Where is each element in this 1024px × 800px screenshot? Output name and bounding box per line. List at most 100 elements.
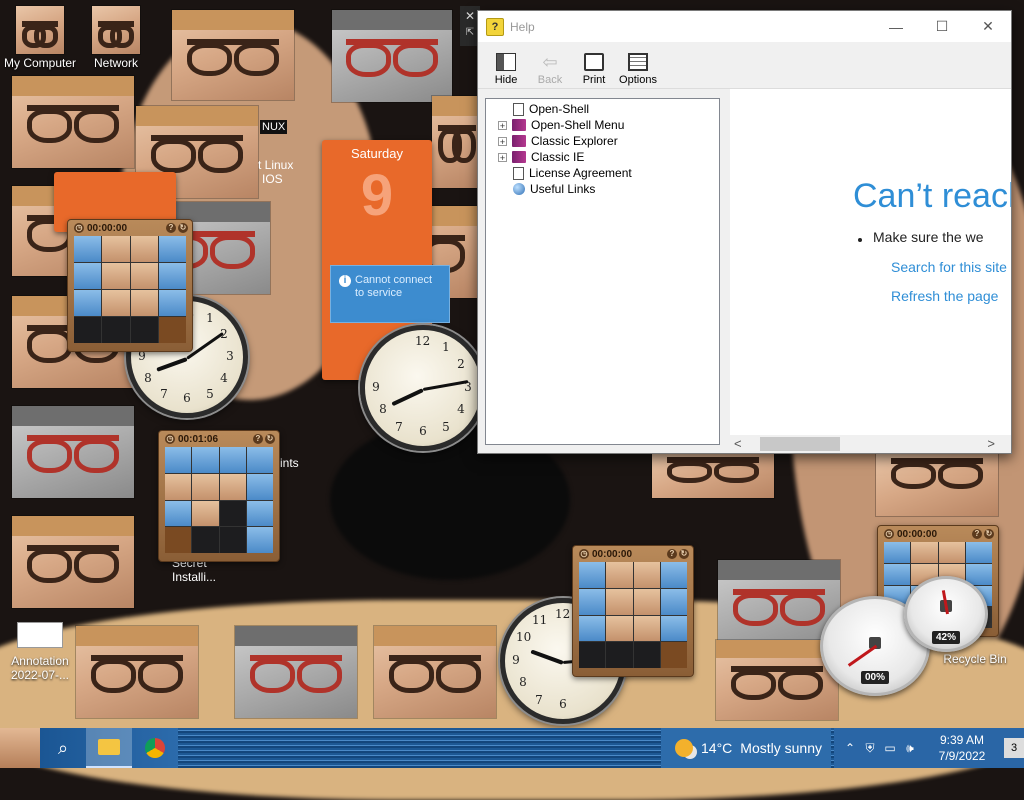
hour-hand [391, 388, 424, 407]
print-button[interactable]: Print [572, 53, 616, 88]
help-icon[interactable]: ? [166, 223, 176, 233]
help-icon[interactable]: ? [253, 434, 263, 444]
help-book-icon: ? [486, 17, 504, 36]
options-button[interactable]: Options [616, 53, 660, 88]
page-icon [513, 102, 524, 116]
help-window[interactable]: ? Help — ☐ ✕ Hide ⇦ Back Print Options O… [477, 10, 1012, 454]
desktop-fragment: NUX [260, 120, 288, 134]
scroll-right-icon[interactable]: > [987, 436, 995, 451]
desktop-icon-annotation[interactable]: Annotation 2022-07-... [0, 622, 80, 682]
taskbar-clock[interactable]: 9:39 AM 7/9/2022 [926, 732, 998, 764]
tooltip-text-2: to service [355, 287, 403, 299]
volume-icon[interactable]: 🕪 [900, 741, 920, 756]
photo-window[interactable] [652, 452, 774, 498]
tree-item-open-shell[interactable]: Open-Shell [513, 101, 589, 117]
close-button[interactable]: ✕ [965, 18, 1011, 35]
folder-icon [98, 739, 120, 755]
toolbar-label: Options [619, 74, 657, 86]
error-heading: Can’t reach [853, 177, 1011, 215]
tree-label: Useful Links [530, 182, 596, 196]
photo-window[interactable] [374, 626, 496, 718]
calendar-day: Saturday [350, 146, 404, 161]
meter-needle [847, 644, 878, 667]
desktop-icon-network[interactable]: Network [76, 6, 156, 70]
start-button[interactable] [0, 728, 40, 768]
picture-puzzle-gadget[interactable]: ◷ 00:00:00? ↻ [572, 545, 694, 677]
maximize-button[interactable]: ☐ [919, 18, 965, 35]
desktop-fragment: t Linux [258, 158, 294, 172]
tree-label: Open-Shell Menu [531, 118, 625, 132]
expand-icon[interactable]: + [498, 136, 507, 146]
horizontal-scrollbar[interactable]: < > [730, 435, 1011, 453]
shuffle-icon[interactable]: ↻ [984, 529, 994, 539]
tree-item-classic-explorer[interactable]: + Classic Explorer [498, 133, 618, 149]
chevron-up-icon[interactable]: ⌃ [840, 741, 860, 755]
tree-item-classic-ie[interactable]: + Classic IE [498, 149, 584, 165]
back-button[interactable]: ⇦ Back [528, 53, 572, 88]
tree-label: Open-Shell [529, 102, 590, 116]
photo-window[interactable] [12, 406, 134, 498]
photo-window[interactable] [172, 10, 294, 100]
desktop-icon-my-computer[interactable]: My Computer [0, 6, 80, 70]
expand-icon[interactable]: + [498, 152, 507, 162]
notifications-button[interactable]: 3 [1004, 738, 1024, 758]
memory-meter-gadget[interactable]: 42% [904, 576, 988, 652]
desktop-icon-label: My Computer [3, 56, 77, 70]
picture-puzzle-gadget[interactable]: ◷ 00:01:06? ↻ [158, 430, 280, 562]
taskbar-chrome[interactable] [132, 728, 178, 768]
desktop-fragment: IOS [262, 172, 283, 186]
puzzle-timer: 00:01:06 [178, 433, 219, 445]
search-button[interactable]: ⌕ [40, 728, 86, 768]
tree-label: License Agreement [529, 166, 632, 180]
tree-item-useful-links[interactable]: Useful Links [513, 181, 595, 197]
window-titlebar[interactable]: ? Help — ☐ ✕ [478, 11, 1011, 42]
contents-tree[interactable]: Open-Shell + Open-Shell Menu + Classic Exp… [485, 98, 720, 445]
meter-percent: 42% [931, 631, 961, 644]
desktop-icon-label: Network [93, 56, 138, 70]
page-icon [513, 166, 524, 180]
system-tray: ⌃ ⛨ ▭ 🕪 9:39 AM 7/9/2022 3 [834, 728, 1024, 768]
hide-button[interactable]: Hide [484, 53, 528, 88]
search-site-link[interactable]: Search for this site [891, 259, 1007, 275]
tree-label: Classic IE [531, 150, 585, 164]
meter-percent: 00% [860, 671, 890, 684]
scroll-left-icon[interactable]: < [734, 436, 742, 451]
toolbar-label: Back [537, 74, 563, 86]
analog-clock[interactable]: 12369 124578 [360, 325, 486, 451]
photo-window[interactable] [876, 452, 998, 516]
picture-puzzle-gadget[interactable]: ◷ 00:00:00? ↻ [67, 219, 193, 352]
help-content-pane[interactable]: Can’t reach Make sure the we Search for … [730, 89, 1011, 453]
puzzle-timer: 00:00:00 [897, 528, 938, 540]
tree-item-license-agreement[interactable]: License Agreement [513, 165, 632, 181]
photo-window[interactable] [332, 10, 452, 102]
clock-date: 7/9/2022 [938, 749, 986, 763]
photo-window[interactable] [12, 516, 134, 608]
tree-item-open-shell-menu[interactable]: + Open-Shell Menu [498, 117, 624, 133]
scroll-thumb[interactable] [760, 437, 840, 451]
chrome-icon [145, 738, 165, 758]
expand-icon[interactable]: + [498, 120, 507, 130]
bullet-dot [858, 238, 862, 242]
desktop-icon-recycle-bin[interactable]: Recycle Bin [935, 652, 1015, 666]
partly-sunny-icon [675, 739, 693, 757]
photo-window[interactable] [76, 626, 198, 718]
puzzle-timer: 00:00:00 [87, 222, 128, 234]
photo-window[interactable] [12, 76, 134, 168]
photo-window[interactable] [235, 626, 357, 718]
shuffle-icon[interactable]: ↻ [679, 549, 689, 559]
shuffle-icon[interactable]: ↻ [265, 434, 275, 444]
refresh-page-link[interactable]: Refresh the page [891, 288, 998, 304]
taskbar-file-explorer[interactable] [86, 728, 132, 768]
photo-window[interactable] [432, 96, 482, 188]
weather-temp: 14°C [701, 740, 733, 756]
puzzle-timer: 00:00:00 [592, 548, 633, 560]
network-icon[interactable]: ▭ [880, 741, 900, 755]
shuffle-icon[interactable]: ↻ [178, 223, 188, 233]
help-icon[interactable]: ? [972, 529, 982, 539]
security-shield-icon[interactable]: ⛨ [860, 741, 880, 756]
weather-widget[interactable]: 14°C Mostly sunny [661, 728, 831, 768]
minimize-button[interactable]: — [873, 19, 919, 35]
hide-icon [496, 53, 516, 71]
help-icon[interactable]: ? [667, 549, 677, 559]
clock-icon: ◷ [579, 549, 589, 559]
